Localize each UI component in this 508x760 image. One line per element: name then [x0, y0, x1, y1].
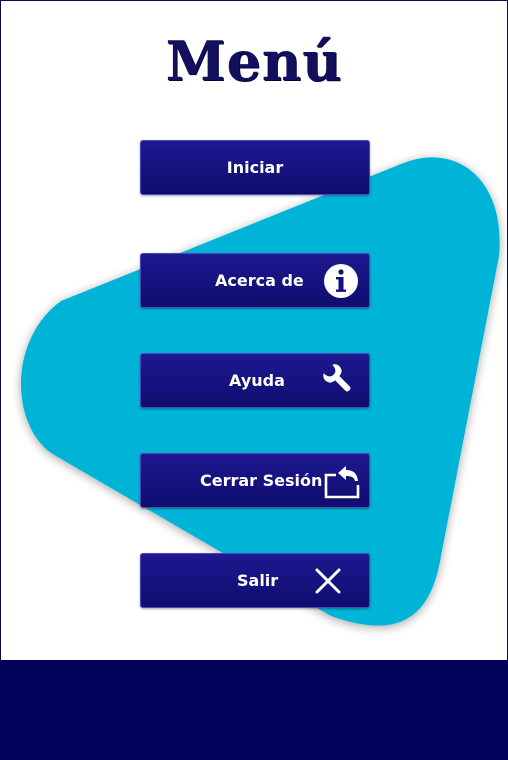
logout-button[interactable]: Cerrar Sesión: [140, 453, 370, 508]
about-button-label: Acerca de: [215, 271, 304, 290]
logout-icon: [322, 454, 362, 507]
info-icon: [323, 254, 359, 307]
start-button-label: Iniciar: [226, 158, 284, 177]
exit-button-label: Salir: [237, 571, 279, 590]
page-title: Menú: [165, 29, 343, 93]
logout-button-label: Cerrar Sesión: [200, 471, 323, 490]
help-button[interactable]: Ayuda: [140, 353, 370, 408]
footer-bar: [0, 660, 508, 760]
about-button[interactable]: Acerca de: [140, 253, 370, 308]
exit-button[interactable]: Salir: [140, 553, 370, 608]
menu-window: Menú Iniciar Acerca de Ayuda Cerrar Sesi…: [0, 0, 508, 660]
close-icon: [311, 554, 345, 607]
wrench-icon: [319, 354, 361, 407]
start-button[interactable]: Iniciar: [140, 140, 370, 195]
help-button-label: Ayuda: [229, 371, 285, 390]
